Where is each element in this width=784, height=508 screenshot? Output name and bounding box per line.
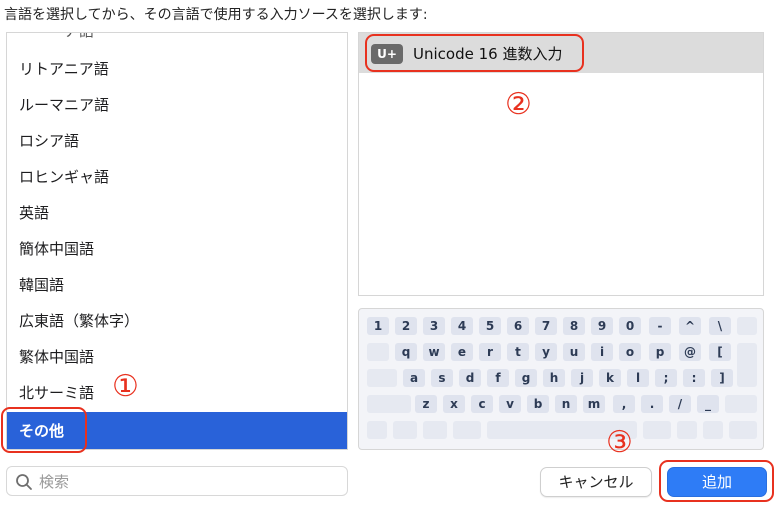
key: ^ bbox=[679, 317, 701, 335]
key: 0 bbox=[619, 317, 641, 335]
key: j bbox=[571, 369, 593, 387]
language-item[interactable]: 繁体中国語 bbox=[7, 339, 347, 375]
language-item[interactable]: 広東語（繁体字） bbox=[7, 303, 347, 339]
key: m bbox=[583, 395, 605, 413]
language-item[interactable]: 簡体中国語 bbox=[7, 231, 347, 267]
search-field[interactable] bbox=[6, 466, 348, 496]
key: _ bbox=[697, 395, 719, 413]
highlight-ring bbox=[1, 407, 87, 453]
magnifier-icon bbox=[16, 474, 32, 490]
key: ; bbox=[655, 369, 677, 387]
key: e bbox=[451, 343, 473, 361]
key: k bbox=[599, 369, 621, 387]
key: / bbox=[669, 395, 691, 413]
key: , bbox=[613, 395, 635, 413]
key: a bbox=[403, 369, 425, 387]
key: d bbox=[459, 369, 481, 387]
key-shift bbox=[725, 395, 757, 413]
language-item[interactable]: ロシア語 bbox=[7, 123, 347, 159]
key-blank bbox=[393, 421, 417, 439]
key: p bbox=[649, 343, 671, 361]
key: q bbox=[395, 343, 417, 361]
language-list[interactable]: ・・・ア語 リトアニア語 ルーマニア語 ロシア語 ロヒンギャ語 英語 簡体中国語… bbox=[6, 32, 348, 450]
key: 7 bbox=[535, 317, 557, 335]
key: 9 bbox=[591, 317, 613, 335]
key: t bbox=[507, 343, 529, 361]
key: 4 bbox=[451, 317, 473, 335]
key: ] bbox=[711, 369, 733, 387]
key: 6 bbox=[507, 317, 529, 335]
key-blank bbox=[453, 421, 481, 439]
language-item[interactable]: 英語 bbox=[7, 195, 347, 231]
language-item[interactable]: 北サーミ語 bbox=[7, 375, 347, 411]
key: \ bbox=[709, 317, 731, 335]
key: 8 bbox=[563, 317, 585, 335]
key-blank bbox=[703, 421, 723, 439]
key: i bbox=[591, 343, 613, 361]
language-item[interactable]: 韓国語 bbox=[7, 267, 347, 303]
instruction-text: 言語を選択してから、その言語で使用する入力ソースを選択します: bbox=[4, 7, 428, 23]
key: 3 bbox=[423, 317, 445, 335]
key: c bbox=[471, 395, 493, 413]
keyboard-preview: 1 2 3 4 5 6 7 8 9 0 - ^ \ q w e r t y u … bbox=[358, 308, 764, 450]
key-blank bbox=[677, 421, 697, 439]
key: l bbox=[627, 369, 649, 387]
key: x bbox=[443, 395, 465, 413]
key-blank bbox=[643, 421, 671, 439]
key-blank bbox=[729, 421, 757, 439]
key: z bbox=[415, 395, 437, 413]
language-item-partial[interactable]: ・・・ア語 bbox=[7, 33, 347, 49]
search-input[interactable] bbox=[39, 471, 339, 493]
key: 1 bbox=[367, 317, 389, 335]
key: v bbox=[499, 395, 521, 413]
key-blank bbox=[423, 421, 447, 439]
key-blank bbox=[367, 369, 397, 387]
key: 2 bbox=[395, 317, 417, 335]
key: s bbox=[431, 369, 453, 387]
key: f bbox=[487, 369, 509, 387]
key-blank bbox=[367, 343, 389, 361]
key: : bbox=[683, 369, 705, 387]
key-blank bbox=[367, 421, 387, 439]
key: u bbox=[563, 343, 585, 361]
key: @ bbox=[679, 343, 701, 361]
key-shift bbox=[367, 395, 411, 413]
key: . bbox=[641, 395, 663, 413]
key: - bbox=[649, 317, 671, 335]
language-item[interactable]: リトアニア語 bbox=[7, 51, 347, 87]
key: w bbox=[423, 343, 445, 361]
key: 5 bbox=[479, 317, 501, 335]
annotation-number-2: ② bbox=[505, 87, 532, 122]
key: o bbox=[619, 343, 641, 361]
language-item[interactable]: ルーマニア語 bbox=[7, 87, 347, 123]
key: r bbox=[479, 343, 501, 361]
key-blank bbox=[737, 317, 757, 335]
key: n bbox=[555, 395, 577, 413]
key: g bbox=[515, 369, 537, 387]
key-return bbox=[737, 343, 757, 387]
key: b bbox=[527, 395, 549, 413]
language-item[interactable]: ロヒンギャ語 bbox=[7, 159, 347, 195]
key: y bbox=[535, 343, 557, 361]
cancel-button[interactable]: キャンセル bbox=[540, 467, 652, 497]
annotation-number-3: ③ bbox=[606, 425, 633, 460]
highlight-ring bbox=[365, 34, 584, 72]
key: [ bbox=[709, 343, 731, 361]
annotation-number-1: ① bbox=[112, 369, 139, 404]
highlight-ring bbox=[659, 460, 774, 502]
key: h bbox=[543, 369, 565, 387]
